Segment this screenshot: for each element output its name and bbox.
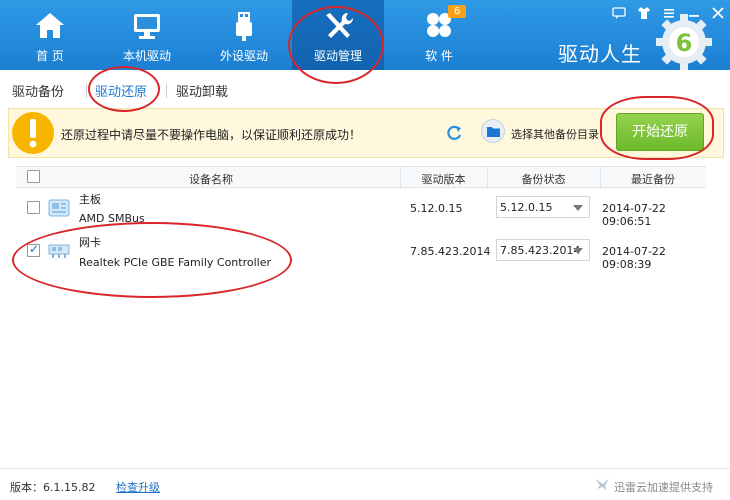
nav-peripheral-drivers[interactable]: 外设驱动 — [199, 0, 289, 70]
select-folder-button[interactable] — [481, 119, 505, 143]
nav-label: 软 件 — [425, 49, 453, 63]
select-all-checkbox[interactable] — [27, 170, 40, 183]
status-footer: 版本：6.1.15.82 检查升级 迅雷云加速提供支持 — [0, 468, 730, 500]
backup-version-value: 5.12.0.15 — [500, 201, 553, 214]
backup-version-dropdown[interactable]: 7.85.423.2014 — [496, 239, 590, 261]
table-row[interactable]: 主板 AMD SMBus 5.12.0.15 5.12.0.15 2014-07… — [16, 188, 706, 232]
row-checkbox[interactable] — [27, 242, 40, 257]
folder-icon — [487, 127, 500, 137]
driver-version: 7.85.423.2014 — [410, 245, 491, 258]
start-restore-button[interactable]: 开始还原 — [616, 113, 704, 151]
nav-label: 本机驱动 — [122, 49, 171, 63]
brand-title: 驱动人生 — [558, 42, 642, 66]
motherboard-icon — [48, 199, 70, 217]
recent-backup-time: 2014-07-22 09:06:51 — [602, 202, 666, 228]
device-type: 网卡 — [79, 236, 101, 249]
refresh-icon[interactable] — [445, 124, 463, 142]
nav-software[interactable]: 软 件 — [394, 0, 484, 70]
nav-label: 首 页 — [36, 49, 64, 63]
home-icon — [36, 13, 64, 38]
driver-version: 5.12.0.15 — [410, 202, 463, 215]
brand-gear-logo: 6 — [656, 14, 712, 70]
skin-shirt-icon[interactable] — [637, 6, 651, 20]
check-update-link[interactable]: 检查升级 — [116, 479, 160, 495]
device-type: 主板 — [79, 193, 101, 206]
brand-logo-text: 6 — [676, 29, 693, 57]
recent-backup-time: 2014-07-22 09:08:39 — [602, 245, 666, 271]
col-driver-version: 驱动版本 — [421, 173, 466, 186]
col-backup-status: 备份状态 — [521, 173, 566, 186]
nav-label: 外设驱动 — [219, 49, 268, 63]
monitor-icon — [134, 14, 160, 39]
device-name: Realtek PCIe GBE Family Controller — [79, 256, 272, 269]
device-name: AMD SMBus — [79, 212, 145, 225]
backup-version-value: 7.85.423.2014 — [500, 244, 581, 257]
notice-message: 还原过程中请尽量不要操作电脑，以保证顺利还原成功！ — [61, 128, 362, 142]
app-version: 版本：6.1.15.82 — [10, 481, 96, 494]
tab-driver-backup[interactable]: 驱动备份 — [12, 81, 64, 100]
nav-home[interactable]: 首 页 — [5, 0, 95, 70]
chevron-down-icon — [573, 248, 583, 254]
tab-driver-uninstall[interactable]: 驱动卸载 — [176, 81, 228, 100]
nav-local-drivers[interactable]: 本机驱动 — [102, 0, 192, 70]
thunder-acceleration-credit: 迅雷云加速提供支持 — [614, 481, 713, 494]
apps-icon — [427, 13, 451, 37]
backup-version-dropdown[interactable]: 5.12.0.15 — [496, 196, 590, 218]
table-row[interactable]: 网卡 Realtek PCIe GBE Family Controller 7.… — [16, 230, 706, 274]
select-other-backup-dir-link[interactable]: 选择其他备份目录 — [511, 126, 599, 142]
row-checkbox[interactable] — [27, 201, 40, 214]
table-header: 设备名称 驱动版本 备份状态 最近备份 — [16, 166, 706, 189]
top-nav-bar: 首 页 本机驱动 外设驱动 驱动管理 软 件 6 驱动人生 6 — [0, 0, 730, 70]
network-card-icon — [48, 244, 70, 258]
software-count-badge: 6 — [448, 5, 466, 18]
restore-notice-bar: 还原过程中请尽量不要操作电脑，以保证顺利还原成功！ 选择其他备份目录 开始还原 — [8, 108, 724, 158]
col-device-name: 设备名称 — [189, 173, 233, 186]
tools-icon — [326, 12, 354, 38]
usb-icon — [236, 12, 252, 41]
nav-label: 驱动管理 — [313, 49, 362, 63]
thunder-bird-icon — [595, 478, 609, 490]
chevron-down-icon — [573, 205, 583, 211]
tab-driver-restore[interactable]: 驱动还原 — [95, 81, 147, 100]
tab-divider — [166, 84, 167, 98]
tab-divider — [86, 84, 87, 98]
feedback-icon[interactable] — [612, 6, 626, 20]
sub-tabs: 驱动备份 驱动还原 驱动卸载 — [0, 70, 730, 104]
nav-driver-management[interactable]: 驱动管理 — [292, 0, 384, 70]
col-recent-backup: 最近备份 — [631, 173, 675, 186]
warning-icon — [12, 112, 54, 154]
